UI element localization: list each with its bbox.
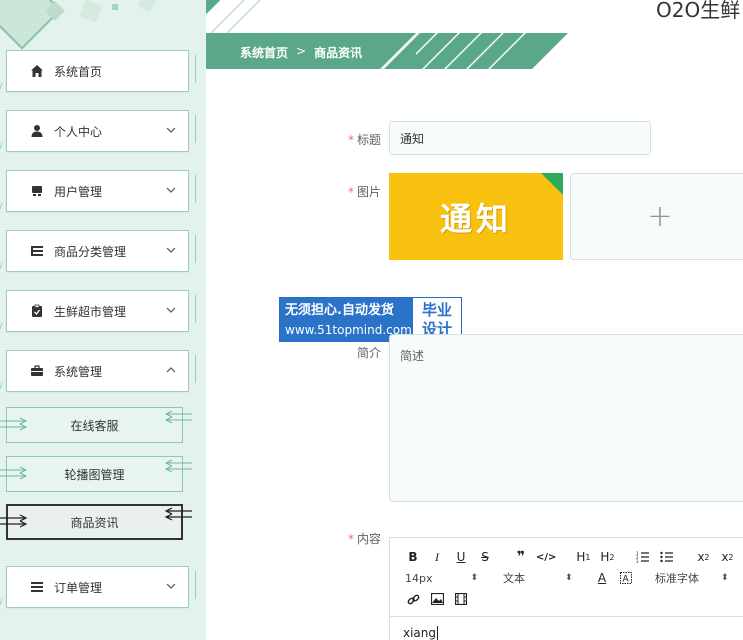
arrows-left-icon bbox=[164, 459, 192, 473]
sidebar-subitem-label: 轮播图管理 bbox=[64, 467, 125, 482]
strikethrough-icon[interactable]: S bbox=[476, 548, 494, 566]
svg-text:3: 3 bbox=[636, 559, 639, 563]
sidebar-item-system[interactable]: 系统管理 bbox=[6, 350, 196, 392]
sidebar-item-profile[interactable]: 个人中心 bbox=[6, 110, 196, 152]
sidebar-subitem-label: 在线客服 bbox=[70, 418, 119, 433]
sidebar-item-users[interactable]: 用户管理 bbox=[6, 170, 196, 212]
image-label: * 图片 bbox=[347, 185, 381, 199]
sidebar: 系统首页 个人中心 用户管理 商品分类管理 生鲜超市管理 系统管理 在线客服 轮… bbox=[0, 0, 206, 640]
home-icon bbox=[29, 63, 45, 79]
image-thumbnail[interactable]: 通知 bbox=[389, 173, 563, 260]
font-family-select[interactable]: 标准字体 ⬍ bbox=[655, 570, 729, 586]
editor-toolbar-row2: 14px ⬍ 文本 ⬍ A A 标准字体 ⬍ bbox=[405, 569, 729, 587]
chevron-down-icon bbox=[166, 187, 176, 193]
title-input[interactable]: 通知 bbox=[389, 121, 651, 155]
menu-icon bbox=[29, 579, 45, 595]
decoration-square bbox=[137, 0, 157, 13]
breadcrumb-separator: > bbox=[296, 44, 307, 58]
underline-icon[interactable]: U bbox=[452, 548, 470, 566]
title-label: * 标题 bbox=[347, 133, 381, 147]
image-upload-button[interactable]: + bbox=[570, 173, 743, 260]
sidebar-item-label: 商品分类管理 bbox=[54, 244, 127, 259]
arrows-right-icon bbox=[0, 466, 28, 480]
header2-icon[interactable]: H2 bbox=[598, 548, 616, 566]
arrows-left-icon bbox=[164, 507, 192, 521]
breadcrumb-current: 商品资讯 bbox=[314, 46, 363, 60]
sidebar-subitem-news[interactable]: 商品资讯 bbox=[6, 504, 183, 540]
decoration-square bbox=[79, 0, 103, 23]
sidebar-item-category[interactable]: 商品分类管理 bbox=[6, 230, 196, 272]
sidebar-subitem-carousel[interactable]: 轮播图管理 bbox=[6, 456, 183, 492]
video-icon[interactable] bbox=[452, 590, 470, 608]
summary-label: 简介 bbox=[356, 346, 381, 360]
image-icon[interactable] bbox=[428, 590, 446, 608]
chevron-up-icon bbox=[166, 367, 176, 373]
content-label: * 内容 bbox=[347, 532, 381, 546]
arrows-left-icon bbox=[164, 410, 192, 424]
sidebar-item-label: 系统管理 bbox=[54, 364, 103, 379]
code-icon[interactable]: </> bbox=[536, 548, 556, 566]
sidebar-item-label: 系统首页 bbox=[54, 64, 103, 79]
chevron-down-icon bbox=[166, 583, 176, 589]
editor-content[interactable]: xiang bbox=[403, 626, 439, 640]
sidebar-item-label: 生鲜超市管理 bbox=[54, 304, 127, 319]
image-corner-badge bbox=[541, 173, 563, 195]
background-color-icon[interactable]: A bbox=[617, 569, 635, 587]
arrows-right-icon bbox=[0, 417, 28, 431]
header-decoration bbox=[206, 0, 261, 34]
plus-icon: + bbox=[647, 199, 673, 234]
decoration-square bbox=[112, 4, 118, 10]
image-thumbnail-text: 通知 bbox=[439, 199, 512, 238]
sidebar-item-label: 个人中心 bbox=[54, 124, 103, 139]
summary-textarea[interactable]: 简述 bbox=[389, 334, 743, 502]
chevron-down-icon bbox=[166, 247, 176, 253]
sidebar-subitem-online-service[interactable]: 在线客服 bbox=[6, 407, 183, 443]
editor-divider bbox=[390, 616, 743, 617]
sidebar-item-home[interactable]: 系统首页 bbox=[6, 50, 196, 92]
sidebar-item-label: 订单管理 bbox=[54, 580, 103, 595]
sidebar-subitem-label: 商品资讯 bbox=[70, 515, 119, 530]
breadcrumb: 系统首页 > 商品资讯 bbox=[240, 44, 362, 61]
app-title: O2O生鲜 bbox=[656, 0, 741, 22]
editor-toolbar-row1: B I U S ❞ </> H1 H2 123 x2 x2 bbox=[404, 548, 742, 566]
sidebar-item-label: 用户管理 bbox=[54, 184, 103, 199]
italic-icon[interactable]: I bbox=[428, 548, 446, 566]
chevron-down-icon bbox=[166, 307, 176, 313]
arrows-right-icon bbox=[0, 514, 28, 528]
ordered-list-icon[interactable]: 123 bbox=[634, 548, 652, 566]
briefcase-icon bbox=[29, 363, 45, 379]
chevron-down-icon bbox=[166, 127, 176, 133]
clipboard-icon bbox=[29, 303, 45, 319]
font-color-icon[interactable]: A bbox=[593, 569, 611, 587]
list-icon bbox=[29, 243, 45, 259]
subscript-icon[interactable]: x2 bbox=[694, 548, 712, 566]
sidebar-item-market[interactable]: 生鲜超市管理 bbox=[6, 290, 196, 332]
header1-icon[interactable]: H1 bbox=[574, 548, 592, 566]
breadcrumb-home[interactable]: 系统首页 bbox=[240, 44, 288, 61]
user-icon bbox=[29, 123, 45, 139]
bold-icon[interactable]: B bbox=[404, 548, 422, 566]
blockquote-icon[interactable]: ❞ bbox=[512, 548, 530, 566]
users-icon bbox=[29, 183, 45, 199]
editor-toolbar-row3 bbox=[404, 590, 476, 608]
font-size-select[interactable]: 14px ⬍ bbox=[405, 572, 479, 585]
summary-placeholder: 简述 bbox=[400, 349, 425, 363]
watermark-right1: 毕业 bbox=[421, 300, 452, 319]
svg-text:A: A bbox=[623, 575, 630, 585]
watermark-line1: 无须担心.自动发货 bbox=[285, 302, 394, 318]
title-input-value: 通知 bbox=[400, 131, 425, 146]
bullet-list-icon[interactable] bbox=[658, 548, 676, 566]
rich-text-editor[interactable]: B I U S ❞ </> H1 H2 123 x2 x2 14px ⬍ 文本 ⬍ … bbox=[389, 537, 743, 640]
text-type-select[interactable]: 文本 ⬍ bbox=[503, 570, 593, 586]
link-icon[interactable] bbox=[404, 590, 422, 608]
superscript-icon[interactable]: x2 bbox=[718, 548, 736, 566]
sidebar-item-orders[interactable]: 订单管理 bbox=[6, 566, 196, 608]
